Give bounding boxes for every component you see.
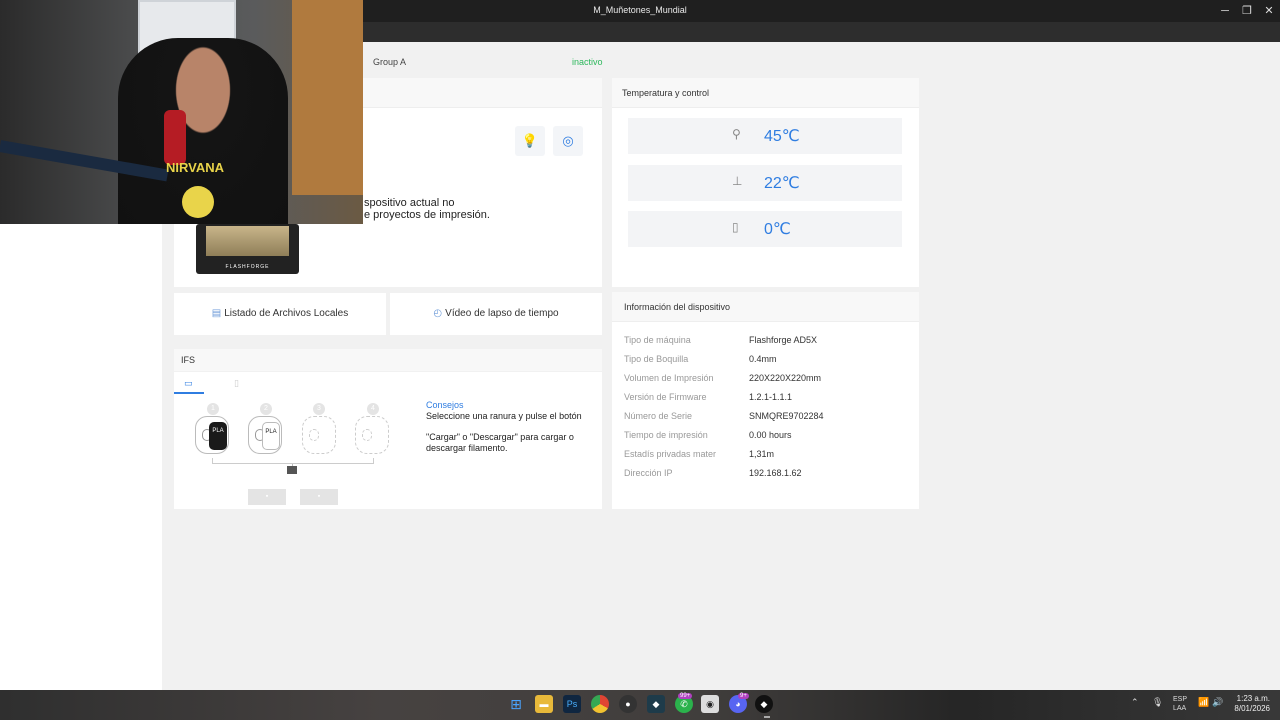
slot-number-3: 3 — [313, 403, 325, 415]
app-icon[interactable]: ◉ — [701, 695, 719, 713]
info-label: Volumen de Impresión — [624, 373, 714, 383]
ifs-tab-icon[interactable]: ▭ — [184, 378, 193, 389]
microphone-icon[interactable]: 🎙 — [1152, 697, 1163, 708]
spool-slot-3[interactable] — [302, 416, 336, 454]
nozzle-temperature[interactable]: ⚲ 45℃ — [628, 118, 902, 154]
unload-button[interactable]: ▪ — [300, 489, 338, 505]
chrome-icon[interactable] — [591, 695, 609, 713]
info-value: 192.168.1.62 — [749, 468, 802, 478]
printer-logo: FLASHFORGE — [225, 264, 270, 270]
photoshop-icon[interactable]: Ps — [563, 695, 581, 713]
printer-bed — [206, 226, 289, 256]
info-label: Versión de Firmware — [624, 392, 707, 402]
tip-line-1: Seleccione una ranura y pulse el botón — [426, 411, 582, 421]
load-button[interactable]: ▪ — [248, 489, 286, 505]
info-label: Tipo de máquina — [624, 335, 691, 345]
info-value: 1.2.1-1.1.1 — [749, 392, 793, 402]
info-value: 0.4mm — [749, 354, 777, 364]
file-icon: ▤ — [211, 308, 222, 319]
active-app-indicator — [764, 716, 770, 718]
tip-line-3: descargar filamento. — [426, 443, 508, 453]
info-value: 220X220X220mm — [749, 373, 822, 383]
chamber-temperature[interactable]: ▯ 0℃ — [628, 211, 902, 247]
slot-number-4: 4 — [367, 403, 379, 415]
whatsapp-badge: 99+ — [678, 693, 693, 699]
info-label: Tiempo de impresión — [624, 430, 708, 440]
clock-time: 1:23 a.m. — [1236, 694, 1270, 703]
taskbar — [0, 690, 1280, 720]
webcam-shirt-logo — [182, 186, 214, 218]
spool-material-label: PLA — [209, 422, 227, 450]
language-code: ESP — [1173, 696, 1188, 703]
timelapse-button[interactable]: ◴ Vídeo de lapso de tiempo — [390, 293, 602, 335]
ifs-tab2-icon[interactable]: ▯ — [234, 378, 239, 389]
info-value: SNMQRE9702284 — [749, 411, 824, 421]
obs-icon[interactable]: ● — [619, 695, 637, 713]
video-icon: ◴ — [433, 308, 443, 319]
flashforge-icon[interactable]: ◆ — [755, 695, 773, 713]
spool-hub — [309, 429, 319, 441]
language-indicator[interactable]: ESP LAA — [1173, 695, 1187, 713]
device-info-title: Información del dispositivo — [612, 292, 919, 322]
ifs-tab-indicator — [174, 392, 204, 394]
device-group-label: Group A — [373, 57, 407, 67]
printer-image: FLASHFORGE — [196, 224, 299, 274]
slot-number-1: 1 — [207, 403, 219, 415]
tips-title: Consejos — [426, 400, 464, 410]
webcam-overlay: NIRVANA — [0, 0, 363, 224]
camera-icon[interactable]: ◎ — [553, 126, 583, 156]
webcam-microphone — [164, 110, 186, 165]
wifi-icon[interactable]: 📶 — [1198, 697, 1209, 708]
chamber-icon: ▯ — [732, 220, 739, 234]
info-label: Dirección IP — [624, 468, 673, 478]
tray-chevron-icon[interactable]: ⌃ — [1131, 697, 1139, 708]
info-label: Tipo de Boquilla — [624, 354, 689, 364]
volume-icon[interactable]: 🔊 — [1212, 697, 1223, 708]
extruder-icon — [287, 466, 297, 474]
webcam-shirt-text: NIRVANA — [165, 160, 225, 175]
bed-temperature-value: 22℃ — [764, 175, 800, 192]
info-value: 0.00 hours — [749, 430, 792, 440]
temperature-card-title: Temperatura y control — [612, 78, 919, 108]
taskbar-background — [0, 690, 1280, 720]
restore-icon[interactable]: ❐ — [1237, 3, 1257, 19]
chamber-temperature-value: 0℃ — [764, 221, 791, 238]
windows-start-icon[interactable]: ⊞ — [507, 695, 525, 713]
device-status: inactivo — [572, 57, 603, 67]
slot-number-2: 2 — [260, 403, 272, 415]
bed-icon: ⊥ — [732, 174, 743, 188]
app-icon[interactable]: ◆ — [647, 695, 665, 713]
close-icon[interactable]: ✕ — [1259, 3, 1279, 19]
discord-badge: 9+ — [738, 693, 749, 699]
info-value: 1,31m — [749, 449, 775, 459]
spool-slot-2[interactable]: PLA — [248, 416, 282, 454]
tip-line-2: "Cargar" o "Descargar" para cargar o — [426, 432, 574, 442]
spool-slot-1[interactable]: PLA — [195, 416, 229, 454]
webcam-door — [292, 0, 363, 195]
info-label: Número de Serie — [624, 411, 693, 421]
info-label: Estadís privadas mater — [624, 449, 717, 459]
info-value: Flashforge AD5X — [749, 335, 818, 345]
nozzle-temperature-value: 45℃ — [764, 128, 800, 145]
system-clock[interactable]: 1:23 a.m. 8/01/2026 — [1230, 694, 1270, 714]
file-explorer-icon[interactable]: ▬ — [535, 695, 553, 713]
timelapse-label: Vídeo de lapso de tiempo — [445, 308, 559, 319]
status-message-line2: e proyectos de impresión. — [364, 209, 490, 221]
status-message-line1: spositivo actual no — [364, 197, 455, 209]
spool-material-label: PLA — [262, 422, 280, 450]
language-layout: LAA — [1173, 705, 1187, 712]
spool-hub — [362, 429, 372, 441]
minimize-icon[interactable]: ─ — [1215, 3, 1235, 19]
filament-tubes — [212, 458, 374, 464]
light-bulb-icon[interactable]: 💡 — [515, 126, 545, 156]
bed-temperature[interactable]: ⊥ 22℃ — [628, 165, 902, 201]
local-files-label: Listado de Archivos Locales — [224, 308, 349, 319]
spool-slot-4[interactable] — [355, 416, 389, 454]
local-files-button[interactable]: ▤ Listado de Archivos Locales — [174, 293, 386, 335]
ifs-title: IFS — [174, 349, 602, 371]
nozzle-icon: ⚲ — [732, 127, 741, 141]
clock-date: 8/01/2026 — [1234, 704, 1270, 713]
